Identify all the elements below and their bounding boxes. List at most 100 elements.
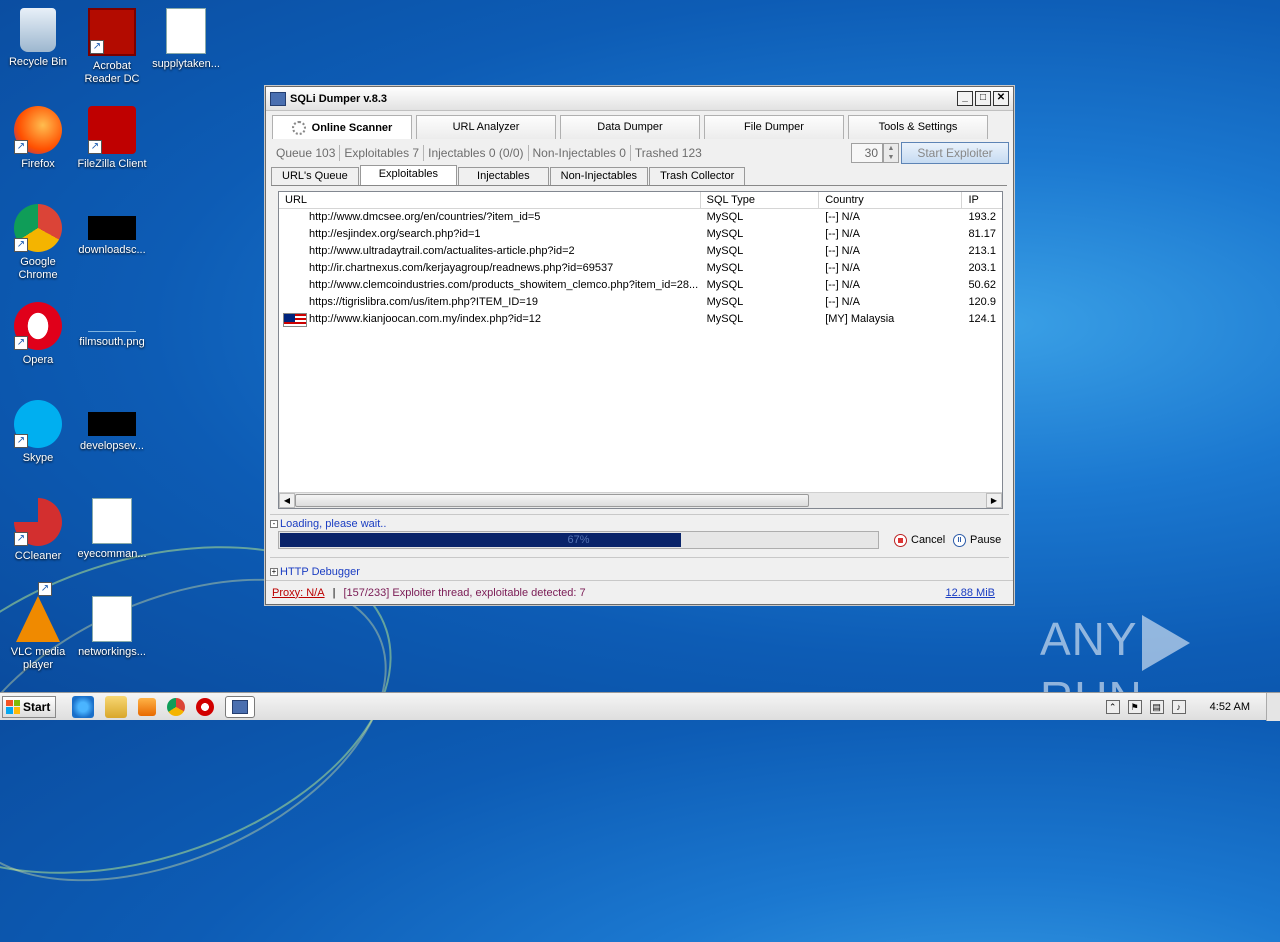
- scroll-right-arrow-icon[interactable]: ▶: [986, 493, 1002, 508]
- desktop-shortcut[interactable]: ↗ Skype: [0, 394, 76, 484]
- show-hidden-icons-icon[interactable]: ⌃: [1105, 699, 1120, 714]
- cancel-button[interactable]: Cancel: [894, 531, 945, 549]
- tab-data-dumper[interactable]: Data Dumper: [560, 115, 700, 139]
- action-center-flag-icon[interactable]: ⚑: [1127, 699, 1142, 714]
- tab-tools-settings[interactable]: Tools & Settings: [848, 115, 988, 139]
- pause-button[interactable]: II Pause: [953, 531, 1001, 549]
- ccleaner-icon: ↗: [14, 498, 62, 546]
- country-cell: [--] N/A: [825, 211, 861, 223]
- desktop-shortcut[interactable]: ↗ CCleaner: [0, 492, 76, 582]
- desktop-shortcut[interactable]: supplytaken...: [148, 2, 224, 92]
- clock[interactable]: 4:52 AM: [1210, 701, 1250, 713]
- desktop-shortcut[interactable]: ↗ Opera: [0, 296, 76, 386]
- ip-cell: 81.17: [968, 228, 996, 240]
- media-player-icon[interactable]: [138, 697, 156, 716]
- stats-bar: Queue 103 Exploitables 7 Injectables 0 (…: [272, 142, 1009, 164]
- table-row[interactable]: http://www.dmcsee.org/en/countries/?item…: [279, 209, 1002, 226]
- country-cell: [MY] Malaysia: [825, 313, 895, 325]
- network-icon[interactable]: ▤: [1149, 699, 1164, 714]
- shortcut-arrow-icon: ↗: [14, 238, 28, 252]
- scroll-thumb[interactable]: [295, 494, 809, 507]
- maximize-button[interactable]: □: [975, 91, 991, 106]
- desktop-shortcut[interactable]: developsev...: [74, 394, 150, 484]
- shortcut-arrow-icon: ↗: [90, 40, 104, 54]
- start-button[interactable]: Start: [2, 695, 56, 718]
- chrome-taskbar-icon[interactable]: [167, 697, 185, 716]
- sql-type-cell: MySQL: [706, 211, 744, 223]
- url-cell: http://www.kianjoocan.com.my/index.php?i…: [279, 311, 701, 328]
- column-header-sql-type[interactable]: SQL Type: [701, 192, 820, 208]
- pause-icon: II: [953, 533, 966, 547]
- desktop-shortcut[interactable]: ↗ Google Chrome: [0, 198, 76, 288]
- desktop-shortcut[interactable]: ↗ Firefox: [0, 100, 76, 190]
- play-logo-icon: [1141, 614, 1190, 671]
- url-text: https://tigrislibra.com/us/item.php?ITEM…: [309, 296, 538, 308]
- tab-url-analyzer[interactable]: URL Analyzer: [416, 115, 556, 139]
- threads-input[interactable]: 30: [851, 143, 883, 163]
- column-header-ip[interactable]: IP: [962, 192, 1002, 208]
- shortcut-arrow-icon: ↗: [14, 434, 28, 448]
- desktop-shortcut[interactable]: networkings...: [74, 590, 150, 680]
- desktop-shortcut-label: VLC media player: [10, 646, 66, 671]
- desktop-shortcut-label: eyecomman...: [77, 548, 147, 560]
- sqli-dumper-window[interactable]: SQLi Dumper v.8.3 _ □ ✕ Online Scanner U…: [265, 86, 1014, 605]
- minimize-button[interactable]: _: [957, 91, 973, 106]
- table-row[interactable]: http://www.clemcoindustries.com/products…: [279, 277, 1002, 294]
- desktop-shortcut[interactable]: eyecomman...: [74, 492, 150, 582]
- column-header-url[interactable]: URL: [279, 192, 701, 208]
- url-text: http://www.ultradaytrail.com/actualites-…: [309, 245, 575, 257]
- status-message: [157/233] Exploiter thread, exploitable …: [343, 586, 586, 599]
- http-debugger-toggle[interactable]: + HTTP Debugger: [270, 566, 360, 578]
- desktop-shortcut[interactable]: ↗ VLC media player: [0, 582, 76, 680]
- country-cell: [--] N/A: [825, 228, 861, 240]
- shortcut-arrow-icon: ↗: [38, 582, 52, 596]
- threads-stepper[interactable]: ▲ ▼: [883, 143, 899, 163]
- exploitables-count: Exploitables 7: [344, 146, 420, 160]
- horizontal-scrollbar[interactable]: ◀ ▶: [279, 492, 1002, 508]
- start-exploiter-button[interactable]: Start Exploiter: [901, 142, 1009, 164]
- table-row[interactable]: http://ir.chartnexus.com/kerjayagroup/re…: [279, 260, 1002, 277]
- tab-exploitables[interactable]: Exploitables: [359, 165, 458, 185]
- desktop-shortcut-label: downloadsc...: [78, 244, 146, 256]
- url-text: http://www.clemcoindustries.com/products…: [309, 279, 699, 291]
- title-bar[interactable]: SQLi Dumper v.8.3 _ □ ✕: [266, 87, 1013, 111]
- proxy-link[interactable]: Proxy: N/A: [272, 587, 325, 599]
- shortcut-arrow-icon: ↗: [88, 140, 102, 154]
- internet-explorer-icon[interactable]: [72, 695, 94, 718]
- opera-taskbar-icon[interactable]: [196, 697, 214, 716]
- tab-file-dumper[interactable]: File Dumper: [704, 115, 844, 139]
- tab-injectables[interactable]: Injectables: [458, 167, 549, 185]
- close-button[interactable]: ✕: [993, 91, 1009, 106]
- sqli-dumper-taskbar-icon[interactable]: [225, 695, 255, 718]
- desktop-shortcut-label: supplytaken...: [152, 58, 220, 70]
- table-row[interactable]: http://esjindex.org/search.php?id=1 MySQL…: [279, 226, 1002, 243]
- tab-urls-queue[interactable]: URL's Queue: [271, 167, 359, 185]
- memory-usage-link[interactable]: 12.88 MiB: [945, 587, 995, 599]
- table-row[interactable]: http://www.ultradaytrail.com/actualites-…: [279, 243, 1002, 260]
- loading-section-toggle[interactable]: - Loading, please wait..: [270, 517, 1009, 531]
- loading-text: Loading, please wait..: [280, 518, 387, 530]
- scroll-left-arrow-icon[interactable]: ◀: [279, 493, 295, 508]
- show-desktop-button[interactable]: [1266, 693, 1280, 721]
- exploitables-grid[interactable]: URL SQL Type Country IP http://www.dmcse…: [278, 191, 1003, 509]
- filezilla-icon: ↗: [88, 106, 136, 154]
- tab-online-scanner[interactable]: Online Scanner: [272, 115, 412, 139]
- desktop-shortcut[interactable]: filmsouth.png: [74, 296, 150, 386]
- skype-icon: ↗: [14, 400, 62, 448]
- column-header-country[interactable]: Country: [819, 192, 963, 208]
- desktop-shortcut[interactable]: Recycle Bin: [0, 2, 76, 92]
- expand-icon: +: [270, 567, 278, 576]
- taskbar: Start ⌃ ⚑ ▤ ♪ 4:52 AM: [0, 692, 1280, 721]
- table-row[interactable]: http://www.kianjoocan.com.my/index.php?i…: [279, 311, 1002, 328]
- file-explorer-icon[interactable]: [105, 695, 127, 718]
- tab-non-injectables[interactable]: Non-Injectables: [549, 167, 649, 185]
- sql-type-cell: MySQL: [706, 245, 744, 257]
- url-cell: http://esjindex.org/search.php?id=1: [279, 226, 701, 243]
- table-row[interactable]: https://tigrislibra.com/us/item.php?ITEM…: [279, 294, 1002, 311]
- volume-icon[interactable]: ♪: [1171, 699, 1186, 714]
- desktop-shortcut[interactable]: ↗ Acrobat Reader DC: [74, 2, 150, 92]
- tab-trash-collector[interactable]: Trash Collector: [649, 167, 746, 185]
- acrobat-reader-icon: ↗: [88, 8, 136, 56]
- desktop-shortcut[interactable]: ↗ FileZilla Client: [74, 100, 150, 190]
- desktop-shortcut[interactable]: downloadsc...: [74, 198, 150, 288]
